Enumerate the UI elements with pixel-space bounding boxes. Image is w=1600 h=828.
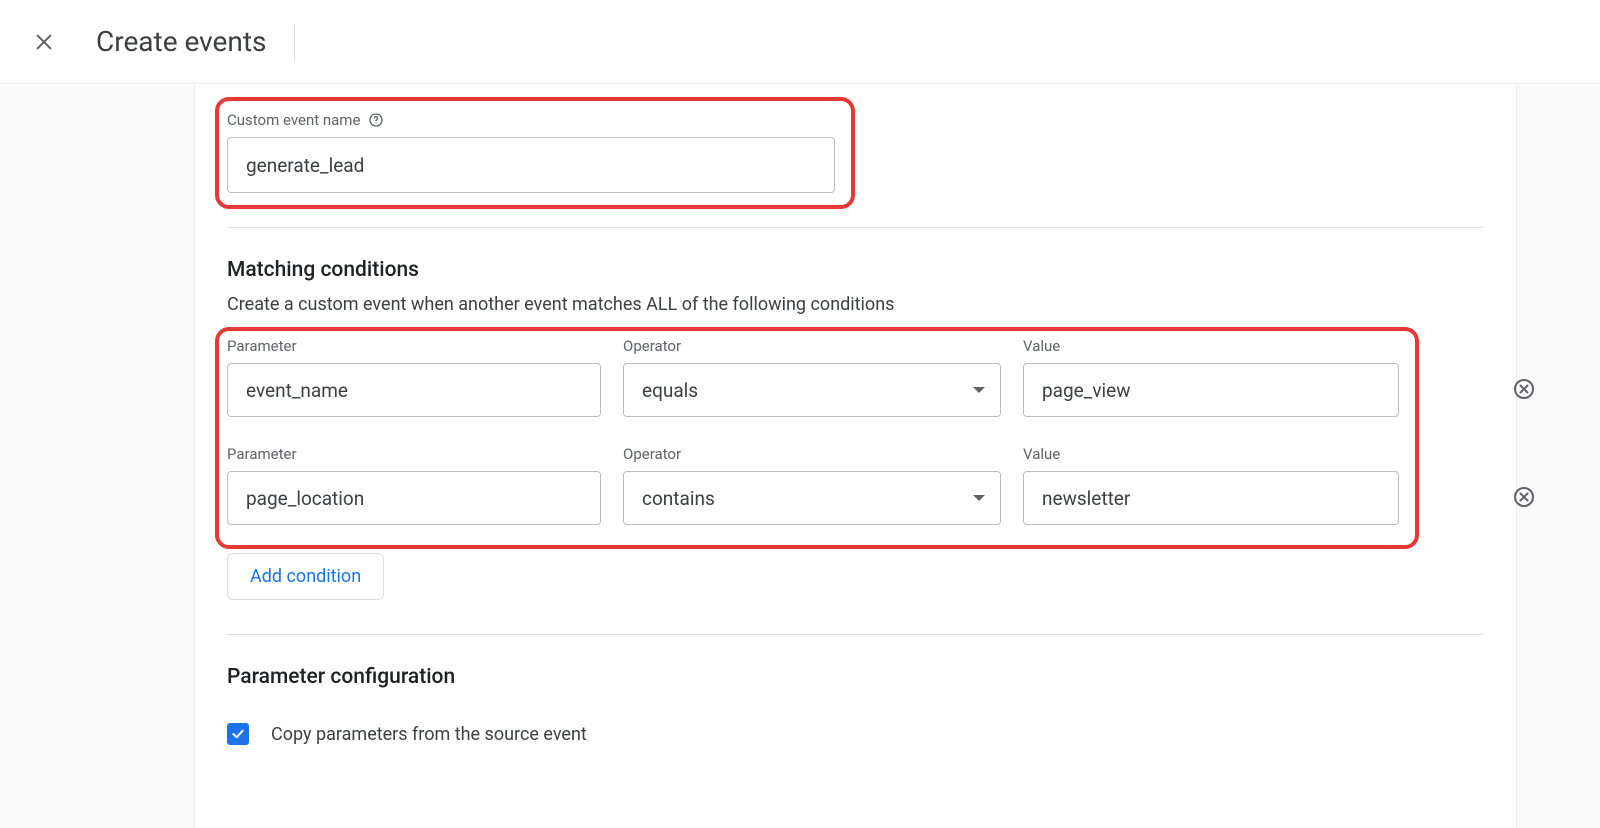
parameter-configuration-title: Parameter configuration — [227, 665, 1484, 689]
custom-event-name-label-text: Custom event name — [227, 111, 360, 129]
custom-event-name-label: Custom event name — [227, 111, 1484, 129]
matching-conditions-subtitle: Create a custom event when another event… — [227, 294, 1484, 315]
header-bar: Create events — [0, 0, 1600, 84]
remove-condition-button[interactable] — [1510, 375, 1538, 403]
condition-value-input[interactable] — [1023, 363, 1399, 417]
matching-conditions-title: Matching conditions — [227, 258, 1484, 282]
page-title: Create events — [96, 25, 266, 58]
add-condition-button[interactable]: Add condition — [227, 553, 384, 600]
help-icon[interactable] — [368, 112, 384, 128]
close-icon[interactable] — [30, 28, 58, 56]
condition-operator-select[interactable] — [623, 363, 1001, 417]
condition-value-input[interactable] — [1023, 471, 1399, 525]
operator-column-label: Operator — [623, 445, 1001, 463]
copy-parameters-checkbox[interactable] — [227, 723, 249, 745]
title-divider — [294, 24, 295, 60]
divider-1 — [227, 227, 1484, 228]
remove-condition-button[interactable] — [1510, 483, 1538, 511]
condition-row: Parameter Operator Value — [227, 337, 1484, 417]
divider-2 — [227, 634, 1484, 635]
custom-event-name-input[interactable] — [227, 137, 835, 193]
operator-column-label: Operator — [623, 337, 1001, 355]
condition-row: Parameter Operator Value — [227, 445, 1484, 525]
value-column-label: Value — [1023, 445, 1399, 463]
copy-parameters-label: Copy parameters from the source event — [271, 724, 587, 745]
main-panel: Custom event name Matching conditions Cr… — [194, 85, 1517, 828]
condition-operator-select[interactable] — [623, 471, 1001, 525]
condition-parameter-input[interactable] — [227, 363, 601, 417]
parameter-column-label: Parameter — [227, 445, 601, 463]
parameter-column-label: Parameter — [227, 337, 601, 355]
copy-parameters-row: Copy parameters from the source event — [227, 723, 1484, 745]
value-column-label: Value — [1023, 337, 1399, 355]
condition-parameter-input[interactable] — [227, 471, 601, 525]
